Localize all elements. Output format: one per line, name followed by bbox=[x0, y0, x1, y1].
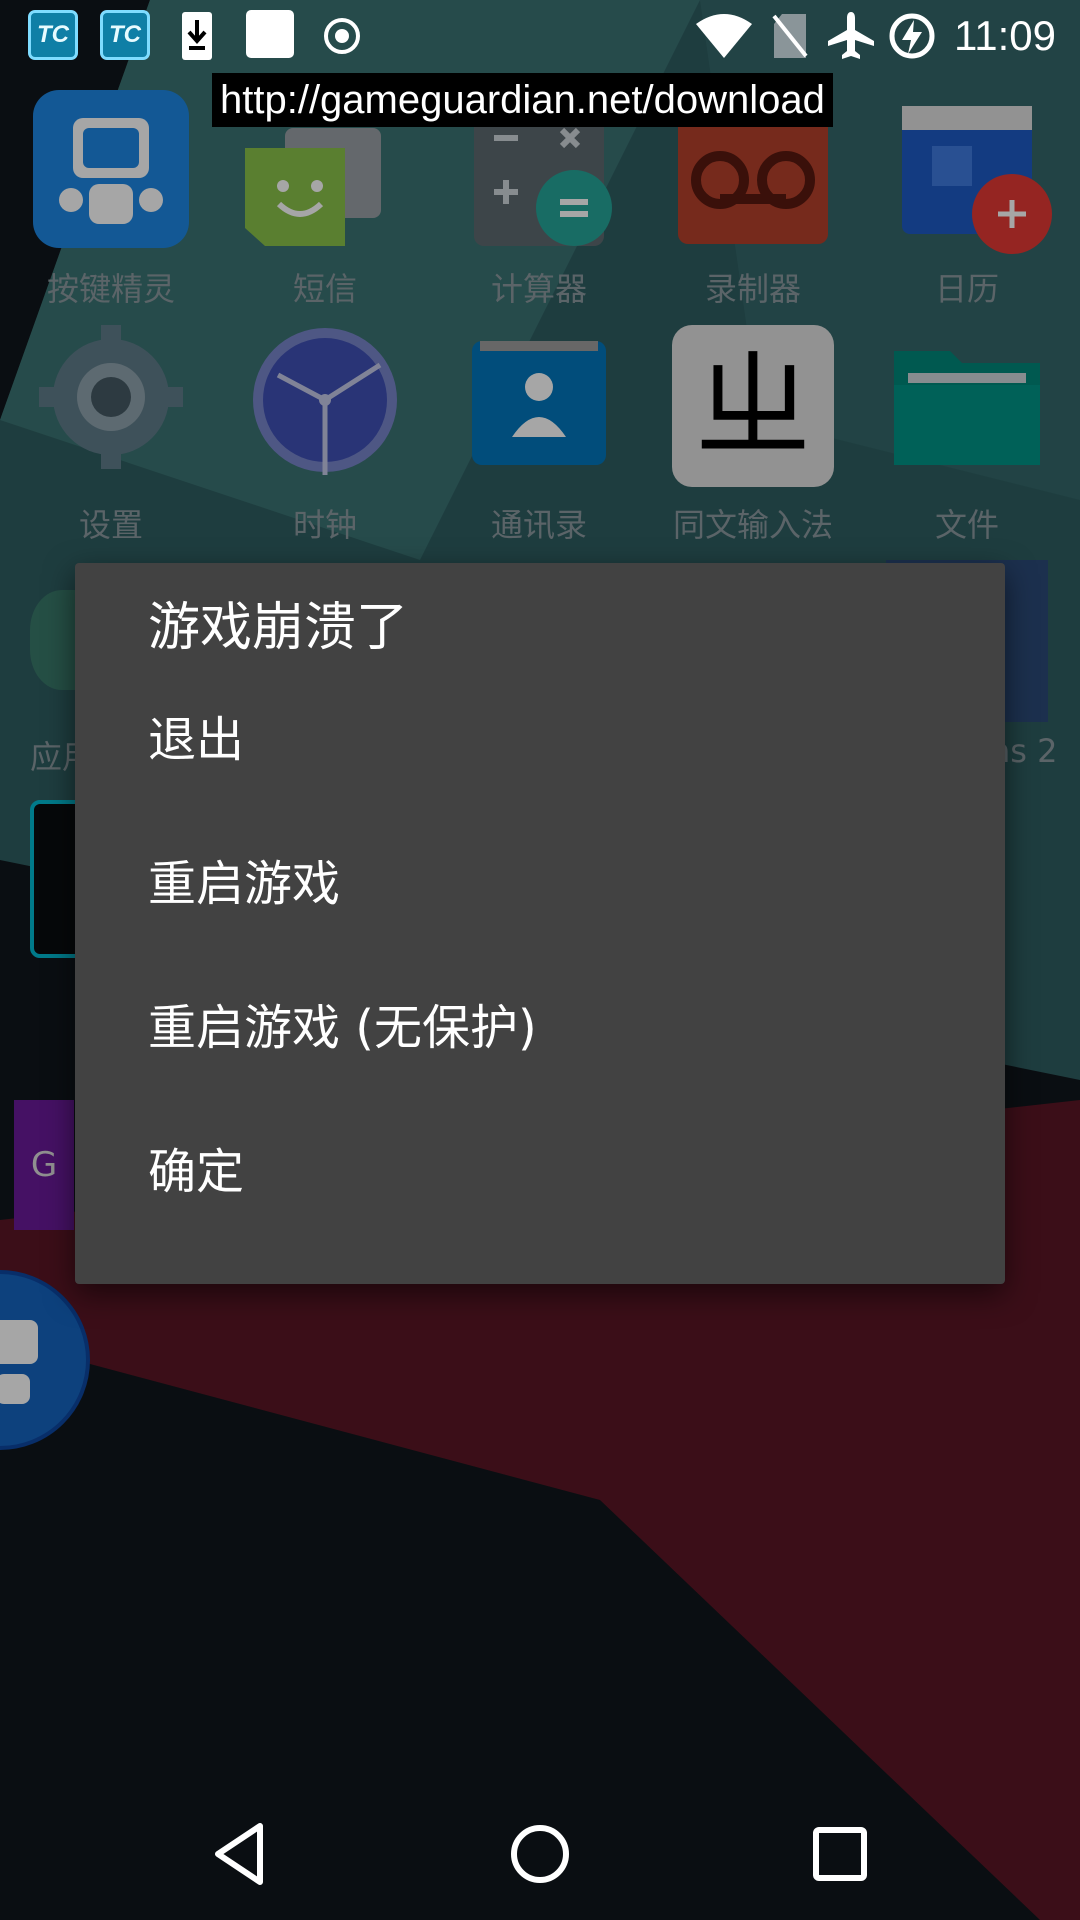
robot-icon bbox=[33, 90, 189, 248]
status-bar: TC TC 11:09 bbox=[0, 0, 1080, 72]
exit-option[interactable]: 退出 bbox=[75, 669, 1005, 813]
app-robot[interactable]: 按键精灵 bbox=[4, 88, 218, 308]
contacts-icon bbox=[472, 341, 606, 465]
app-clock[interactable]: 时钟 bbox=[218, 325, 432, 545]
app-label: 按键精灵 bbox=[46, 270, 175, 308]
settings-gear-icon bbox=[39, 325, 183, 469]
recorder-icon bbox=[678, 116, 828, 244]
app-label: 文件 bbox=[934, 506, 999, 544]
navigation-bar bbox=[0, 1776, 1080, 1920]
app-label: 短信 bbox=[292, 270, 357, 308]
wifi-icon bbox=[696, 14, 752, 58]
app-label: 时钟 bbox=[292, 506, 357, 544]
gameguardian-icon: G bbox=[14, 1100, 74, 1230]
option-label: 确定 bbox=[148, 1144, 245, 1200]
app-label: 计算器 bbox=[490, 270, 587, 308]
clock-icon bbox=[253, 328, 397, 475]
option-label: 重启游戏 (无保护) bbox=[148, 1000, 537, 1056]
recents-icon[interactable] bbox=[792, 1806, 888, 1902]
back-icon[interactable] bbox=[194, 1806, 290, 1902]
app-label: 设置 bbox=[78, 506, 143, 544]
square-icon bbox=[246, 10, 294, 58]
app-label: 通讯录 bbox=[490, 506, 587, 544]
app-label: 日历 bbox=[934, 270, 999, 308]
app-contacts[interactable]: 通讯录 bbox=[432, 325, 646, 545]
crash-dialog: 游戏崩溃了 退出 重启游戏 重启游戏 (无保护) 确定 bbox=[75, 563, 1005, 1284]
restart-unprotected-option[interactable]: 重启游戏 (无保护) bbox=[75, 957, 1005, 1101]
clock-time: 11:09 bbox=[954, 12, 1056, 59]
ok-option[interactable]: 确定 bbox=[75, 1101, 1005, 1245]
folder-icon bbox=[894, 351, 1040, 465]
record-icon bbox=[324, 18, 360, 54]
airplane-icon bbox=[828, 12, 874, 59]
tc-app-icon: TC bbox=[28, 10, 78, 60]
tc-app-icon: TC bbox=[100, 10, 150, 60]
app-label: 同文输入法 bbox=[672, 506, 833, 544]
battery-charging-icon bbox=[889, 13, 935, 59]
option-label: 重启游戏 bbox=[148, 856, 341, 912]
floating-robot-icon bbox=[0, 1270, 90, 1450]
no-sim-icon bbox=[772, 14, 808, 58]
app-label: 录制器 bbox=[704, 270, 801, 308]
option-label: 退出 bbox=[148, 712, 245, 768]
calendar-icon bbox=[902, 106, 1052, 254]
ime-icon: ㄓ bbox=[672, 325, 834, 487]
restart-game-option[interactable]: 重启游戏 bbox=[75, 813, 1005, 957]
download-icon bbox=[182, 12, 212, 60]
url-toast: http://gameguardian.net/download bbox=[212, 73, 833, 127]
app-settings[interactable]: 设置 bbox=[4, 325, 218, 545]
app-ime[interactable]: ㄓ 同文输入法 bbox=[646, 325, 860, 545]
calculator-icon bbox=[474, 116, 612, 246]
app-calendar[interactable]: 日历 bbox=[860, 88, 1074, 308]
dialog-title: 游戏崩溃了 bbox=[148, 598, 409, 658]
app-files[interactable]: 文件 bbox=[860, 325, 1074, 545]
messaging-icon bbox=[245, 128, 381, 246]
home-icon[interactable] bbox=[492, 1806, 588, 1902]
